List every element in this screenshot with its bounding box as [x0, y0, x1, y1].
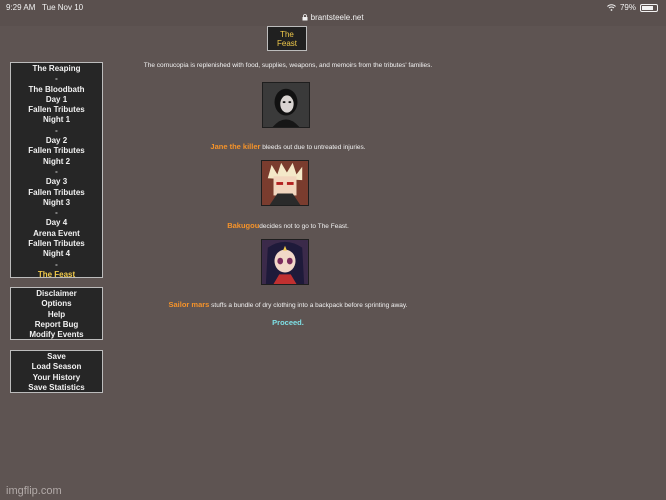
- menu-item-the-reaping[interactable]: The Reaping: [11, 64, 102, 74]
- battery-percent: 79%: [619, 3, 636, 12]
- battery-icon: [640, 3, 658, 12]
- menu-item-fallen-tributes[interactable]: Fallen Tributes: [11, 146, 102, 156]
- menu-item-options[interactable]: Options: [11, 299, 102, 309]
- event-3: Sailor mars stuffs a bundle of dry cloth…: [118, 300, 458, 309]
- menu-item-arena-event[interactable]: Arena Event: [11, 229, 102, 239]
- url-text: brantsteele.net: [310, 13, 364, 22]
- menu-item-fallen-tributes[interactable]: Fallen Tributes: [11, 239, 102, 249]
- proceed-link[interactable]: Proceed.: [118, 318, 458, 327]
- menu-item-day-2[interactable]: Day 2: [11, 136, 102, 146]
- tribute-portrait-bakugou: [261, 160, 309, 206]
- event-text: bleeds out due to untreated injuries.: [260, 144, 366, 151]
- tribute-name: Sailor mars: [168, 300, 210, 309]
- status-bar: 9:29 AM Tue Nov 10 brantsteele.net 79%: [0, 0, 666, 26]
- menu-separator: -: [55, 166, 58, 176]
- status-time-text: 9:29 AM: [6, 3, 36, 12]
- menu-item-disclaimer[interactable]: Disclaimer: [11, 289, 102, 299]
- tribute-portrait-sailor-mars: [261, 239, 309, 285]
- tribute-portrait-jane: [262, 82, 310, 128]
- menu-item-your-history[interactable]: Your History: [11, 373, 102, 383]
- menu-item-help[interactable]: Help: [11, 310, 102, 320]
- sidebar-save-menu: Save Load Season Your History Save Statisti…: [10, 350, 103, 393]
- menu-separator: -: [55, 259, 58, 269]
- menu-item-report-bug[interactable]: Report Bug: [11, 320, 102, 330]
- status-time: 9:29 AM Tue Nov 10: [6, 3, 83, 12]
- menu-item-night-3[interactable]: Night 3: [11, 198, 102, 208]
- event-1: Jane the killer bleeds out due to untrea…: [118, 142, 458, 151]
- menu-item-fallen-tributes[interactable]: Fallen Tributes: [11, 188, 102, 198]
- menu-item-modify-events[interactable]: Modify Events: [11, 330, 102, 340]
- menu-item-night-2[interactable]: Night 2: [11, 157, 102, 167]
- watermark: imgflip.com: [6, 485, 62, 497]
- menu-item-save[interactable]: Save: [11, 352, 102, 362]
- menu-item-the-bloodbath[interactable]: The Bloodbath: [11, 85, 102, 95]
- sidebar-info-menu: Disclaimer Options Help Report Bug Modify Ev…: [10, 287, 103, 340]
- menu-item-the-feast[interactable]: The Feast: [11, 270, 102, 280]
- status-right: 79%: [607, 3, 658, 12]
- menu-separator: -: [55, 74, 58, 84]
- feast-tab-line2: Feast: [276, 39, 297, 48]
- wifi-icon: [607, 4, 616, 11]
- menu-item-save-statistics[interactable]: Save Statistics: [11, 383, 102, 393]
- event-2: Bakugoudecides not to go to The Feast.: [118, 221, 458, 230]
- feast-tab-line1: The: [280, 30, 294, 39]
- feast-intro-text: The cornucopia is replenished with food,…: [143, 62, 433, 69]
- status-date-text: Tue Nov 10: [42, 3, 84, 12]
- feast-tab[interactable]: The Feast: [267, 26, 307, 51]
- address-bar[interactable]: brantsteele.net: [0, 13, 666, 22]
- tribute-name: Bakugou: [227, 221, 260, 230]
- sidebar-main-menu: The Reaping - The Bloodbath Day 1 Fallen Tri…: [10, 62, 103, 280]
- tribute-name: Jane the killer: [210, 142, 261, 151]
- event-text: stuffs a bundle of dry clothing into a b…: [209, 302, 408, 309]
- menu-item-night-1[interactable]: Night 1: [11, 115, 102, 125]
- menu-item-fallen-tributes[interactable]: Fallen Tributes: [11, 105, 102, 115]
- menu-item-day-3[interactable]: Day 3: [11, 177, 102, 187]
- lock-icon: [302, 14, 308, 21]
- menu-separator: -: [55, 125, 58, 135]
- menu-item-night-4[interactable]: Night 4: [11, 249, 102, 259]
- event-text: decides not to go to The Feast.: [259, 223, 349, 230]
- menu-separator: -: [55, 208, 58, 218]
- menu-item-day-1[interactable]: Day 1: [11, 95, 102, 105]
- battery-fill: [642, 5, 654, 10]
- menu-item-day-4[interactable]: Day 4: [11, 218, 102, 228]
- menu-item-load-season[interactable]: Load Season: [11, 362, 102, 372]
